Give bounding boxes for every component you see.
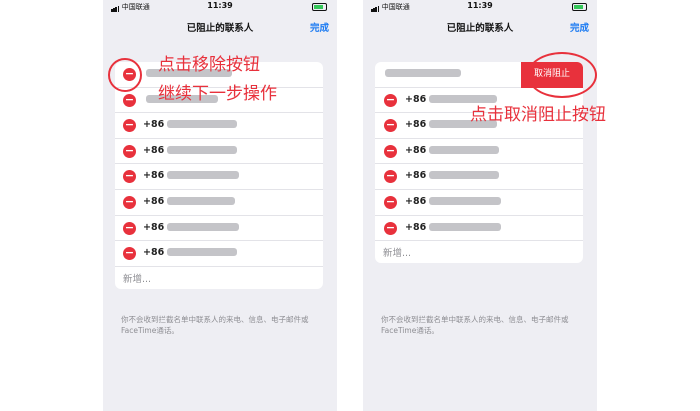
redacted-text: [429, 196, 502, 205]
redacted-text: [167, 248, 238, 257]
page-title: 已阻止的联系人: [446, 23, 514, 34]
contact-value: +86: [143, 145, 238, 156]
redacted-text: [167, 171, 240, 180]
contact-row: − +86: [375, 164, 583, 190]
add-new-row[interactable]: 新增...: [375, 241, 583, 263]
contact-row: − +86: [115, 241, 323, 267]
highlight-circle: [108, 58, 142, 92]
remove-icon[interactable]: −: [123, 195, 136, 209]
remove-icon[interactable]: −: [123, 144, 136, 158]
contact-value: [383, 68, 461, 79]
done-button[interactable]: 完成: [570, 20, 589, 34]
add-new-row[interactable]: 新增...: [115, 267, 323, 289]
status-bar: 中国联通 11:39: [103, 0, 337, 14]
remove-icon[interactable]: −: [384, 144, 397, 158]
contact-value: +86: [143, 119, 238, 130]
contact-row: − +86: [115, 164, 323, 190]
nav-bar: 已阻止的联系人 完成: [103, 14, 337, 40]
remove-icon[interactable]: −: [123, 170, 136, 184]
remove-icon[interactable]: −: [384, 195, 397, 209]
redacted-text: [429, 222, 502, 231]
remove-icon[interactable]: −: [123, 221, 136, 235]
contact-value: +86: [405, 145, 500, 156]
contact-row: − +86: [115, 113, 323, 139]
contact-row: − +86: [115, 216, 323, 242]
page-title: 已阻止的联系人: [186, 23, 254, 34]
nav-bar: 已阻止的联系人 完成: [363, 14, 597, 40]
battery-icon: [572, 3, 587, 11]
contact-value: +86: [405, 196, 502, 207]
footer-note: 你不会收到拦截名单中联系人的来电、信息、电子邮件或FaceTime通话。: [381, 315, 569, 335]
contact-row: − +86: [375, 216, 583, 242]
annotation-text: 点击取消阻止按钮: [470, 105, 606, 125]
redacted-text: [167, 222, 240, 231]
redacted-text: [429, 145, 500, 154]
contact-value: +86: [405, 222, 502, 233]
contact-value: +86: [405, 170, 500, 181]
highlight-circle: [527, 52, 597, 98]
annotation-text: 继续下一步操作: [158, 84, 277, 104]
contact-row: − +86: [115, 139, 323, 165]
contact-value: +86: [143, 222, 240, 233]
remove-icon[interactable]: −: [384, 221, 397, 235]
remove-icon[interactable]: −: [384, 170, 397, 184]
remove-icon[interactable]: −: [123, 93, 136, 107]
redacted-text: [167, 120, 238, 129]
redacted-text: [429, 171, 500, 180]
redacted-text: [167, 196, 236, 205]
contact-row: − +86: [375, 190, 583, 216]
status-bar: 中国联通 11:39: [363, 0, 597, 14]
status-time: 11:39: [467, 1, 493, 10]
annotation-text: 点击移除按钮: [158, 55, 260, 75]
battery-icon: [312, 3, 327, 11]
contact-value: +86: [143, 247, 238, 258]
done-button[interactable]: 完成: [310, 20, 329, 34]
status-time: 11:39: [207, 1, 233, 10]
remove-icon[interactable]: −: [384, 119, 397, 133]
redacted-text: [385, 69, 461, 77]
footer-note: 你不会收到拦截名单中联系人的来电、信息、电子邮件或FaceTime通话。: [121, 315, 309, 335]
remove-icon[interactable]: −: [384, 93, 397, 107]
contact-row: − +86: [115, 190, 323, 216]
contact-value: +86: [143, 170, 240, 181]
contact-value: +86: [143, 196, 236, 207]
add-new-label: 新增...: [383, 248, 412, 260]
add-new-label: 新增...: [123, 273, 152, 285]
contact-row: − +86: [375, 139, 583, 165]
redacted-text: [167, 145, 238, 154]
remove-icon[interactable]: −: [123, 119, 136, 133]
remove-icon[interactable]: −: [123, 247, 136, 261]
